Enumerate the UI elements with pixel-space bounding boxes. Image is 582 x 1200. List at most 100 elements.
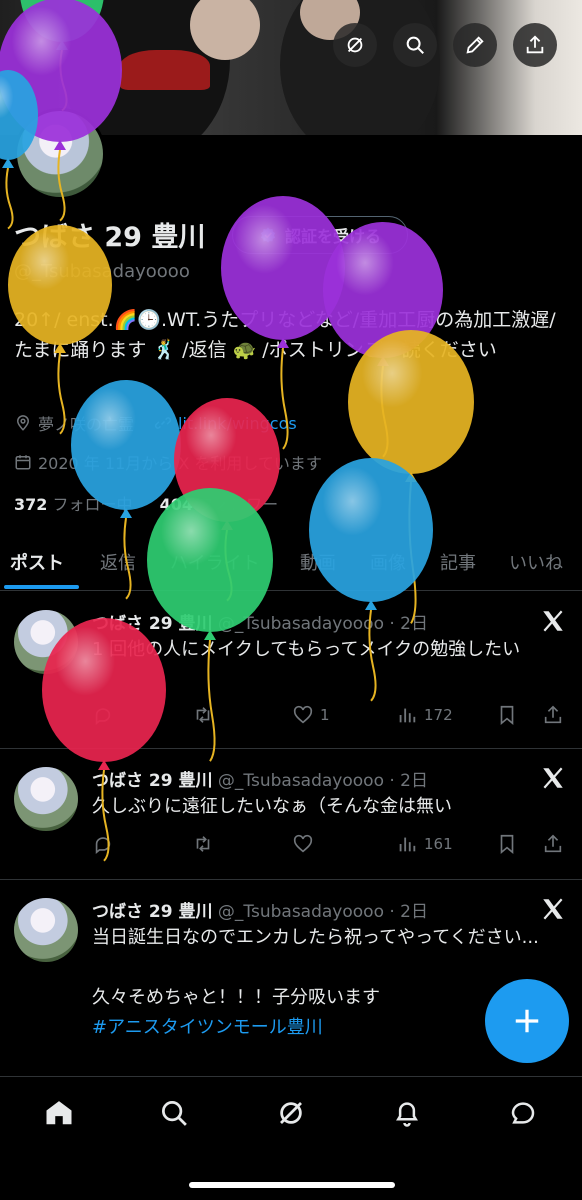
search-icon: [406, 36, 424, 54]
post-author-handle: @_Tsubasadayoooo · 2日: [217, 614, 428, 634]
tab-articles[interactable]: 記事: [440, 549, 476, 575]
edit-icon: [466, 36, 484, 54]
nav-grok[interactable]: [271, 1093, 311, 1133]
repost-icon: [196, 707, 210, 723]
repost-button[interactable]: [192, 833, 220, 855]
views-chart-icon: [399, 837, 416, 852]
post-header: つばさ 29 豊川 @_Tsubasadayoooo · 2日: [92, 897, 428, 922]
like-button[interactable]: 1: [292, 704, 330, 726]
reply-button[interactable]: [92, 704, 120, 726]
reply-icon: [95, 708, 111, 726]
post-text: 1 回他の人にメイクしてもらってメイクの勉強したい: [92, 639, 521, 660]
tab-images[interactable]: 画像: [370, 549, 406, 575]
home-indicator: [189, 1182, 395, 1188]
like-button[interactable]: [292, 833, 320, 855]
nav-home[interactable]: [39, 1093, 79, 1133]
profile-link[interactable]: lit.link/wingcos: [178, 414, 297, 433]
following-count[interactable]: 372: [14, 495, 47, 514]
profile-meta-location-link: 夢ノ咲の亡霊 lit.link/wingcos: [14, 411, 297, 435]
post-avatar[interactable]: [14, 898, 78, 962]
post-avatar[interactable]: [14, 767, 78, 831]
following-label[interactable]: フォロー中: [53, 495, 133, 514]
post-author-name[interactable]: つばさ 29 豊川: [92, 771, 213, 791]
grok-icon: [280, 1102, 302, 1124]
profile-meta-joined: 2020 年 11月から X を利用しています: [14, 450, 322, 474]
views-button[interactable]: 161: [396, 833, 453, 855]
share-button[interactable]: [513, 23, 557, 67]
share-icon: [544, 705, 562, 724]
verify-button-label: 認証を受ける: [284, 227, 381, 246]
edit-button[interactable]: [453, 23, 497, 67]
x-logo-icon: [543, 898, 563, 920]
link-icon: [154, 417, 172, 429]
reply-button[interactable]: [92, 833, 120, 855]
post-author-name[interactable]: つばさ 29 豊川: [92, 902, 213, 922]
reply-icon: [95, 837, 111, 855]
plus-icon: [515, 1009, 539, 1033]
bookmark-button[interactable]: [496, 833, 518, 855]
repost-button[interactable]: [192, 704, 220, 726]
followers-label[interactable]: フォロワー: [198, 495, 278, 514]
post-header: つばさ 29 豊川 @_Tsubasadayoooo · 2日: [92, 766, 428, 791]
views-count: 172: [424, 706, 453, 724]
search-button[interactable]: [393, 23, 437, 67]
post-text-main: 当日誕生日なのでエンカしたら祝ってやってください... 久々そめちゃと！！！子分…: [92, 927, 539, 1008]
post-hashtag[interactable]: #アニスタイツンモール豊川: [92, 1017, 323, 1038]
bookmark-button[interactable]: [496, 704, 518, 726]
post-text: 久しぶりに遠征したいなぁ（そんな金は無い: [92, 796, 452, 817]
views-chart-icon: [399, 708, 416, 723]
share-post-button[interactable]: [542, 833, 564, 855]
post-actions: 161: [92, 833, 570, 859]
post-author-name[interactable]: つばさ 29 豊川: [92, 614, 213, 634]
tab-replies[interactable]: 返信: [100, 549, 136, 575]
tab-videos[interactable]: 動画: [300, 549, 336, 575]
verify-button[interactable]: 認証を受ける: [232, 216, 408, 254]
compose-button[interactable]: [485, 979, 569, 1063]
nav-notifications[interactable]: [387, 1093, 427, 1133]
followers-count[interactable]: 404: [160, 495, 193, 514]
display-name: つばさ 29 豊川: [14, 222, 206, 253]
post-author-handle: @_Tsubasadayoooo · 2日: [217, 902, 428, 922]
share-icon: [544, 834, 562, 853]
profile-tabs: ポスト 返信 ハイライト 動画 画像 記事 いいね: [0, 533, 582, 591]
home-icon: [46, 1101, 72, 1125]
post-item[interactable]: つばさ 29 豊川 @_Tsubasadayoooo · 2日 久しぶりに遠征し…: [0, 749, 582, 880]
post-header: つばさ 29 豊川 @_Tsubasadayoooo · 2日: [92, 609, 428, 634]
grok-button[interactable]: [333, 23, 377, 67]
post-actions: 1 172: [92, 704, 570, 730]
tab-posts[interactable]: ポスト: [10, 549, 64, 575]
post-avatar[interactable]: [14, 610, 78, 674]
x-logo-icon: [543, 767, 563, 789]
profile-bio: 20↑/ enst.🌈🕒.WT.うたプリなどなど/重加工厨の為加工激遅/たまに踊…: [14, 309, 556, 361]
tab-highlights[interactable]: ハイライト: [170, 549, 260, 575]
heart-icon: [293, 834, 313, 853]
notifications-icon: [396, 1102, 418, 1127]
messages-icon: [511, 1102, 535, 1124]
repost-icon: [196, 836, 210, 852]
views-count: 161: [424, 835, 453, 853]
profile-banner[interactable]: [0, 0, 582, 135]
search-icon: [162, 1101, 187, 1126]
share-post-button[interactable]: [542, 704, 564, 726]
verified-badge-icon: [260, 227, 276, 243]
views-button[interactable]: 172: [396, 704, 453, 726]
bookmark-icon: [500, 834, 514, 855]
nav-search[interactable]: [154, 1093, 194, 1133]
heart-icon: [293, 705, 313, 724]
profile-joined: 2020 年 11月から X を利用しています: [38, 454, 322, 473]
tab-likes[interactable]: いいね: [509, 549, 563, 575]
calendar-icon: [15, 455, 31, 470]
post-author-handle: @_Tsubasadayoooo · 2日: [217, 771, 428, 791]
profile-avatar[interactable]: [14, 108, 106, 200]
share-icon: [526, 35, 544, 54]
nav-messages[interactable]: [503, 1093, 543, 1133]
profile-stats: 372 フォロー中 404 フォロワー: [14, 491, 300, 515]
profile-handle: @_Tsubasadayoooo: [14, 261, 190, 282]
like-count: 1: [320, 706, 330, 724]
post-item[interactable]: つばさ 29 豊川 @_Tsubasadayoooo · 2日 1 回他の人にメ…: [0, 591, 582, 749]
profile-location: 夢ノ咲の亡霊: [38, 415, 135, 434]
x-logo-icon: [543, 610, 563, 632]
location-pin-icon: [16, 415, 30, 431]
grok-icon: [347, 37, 363, 53]
bookmark-icon: [500, 705, 514, 726]
